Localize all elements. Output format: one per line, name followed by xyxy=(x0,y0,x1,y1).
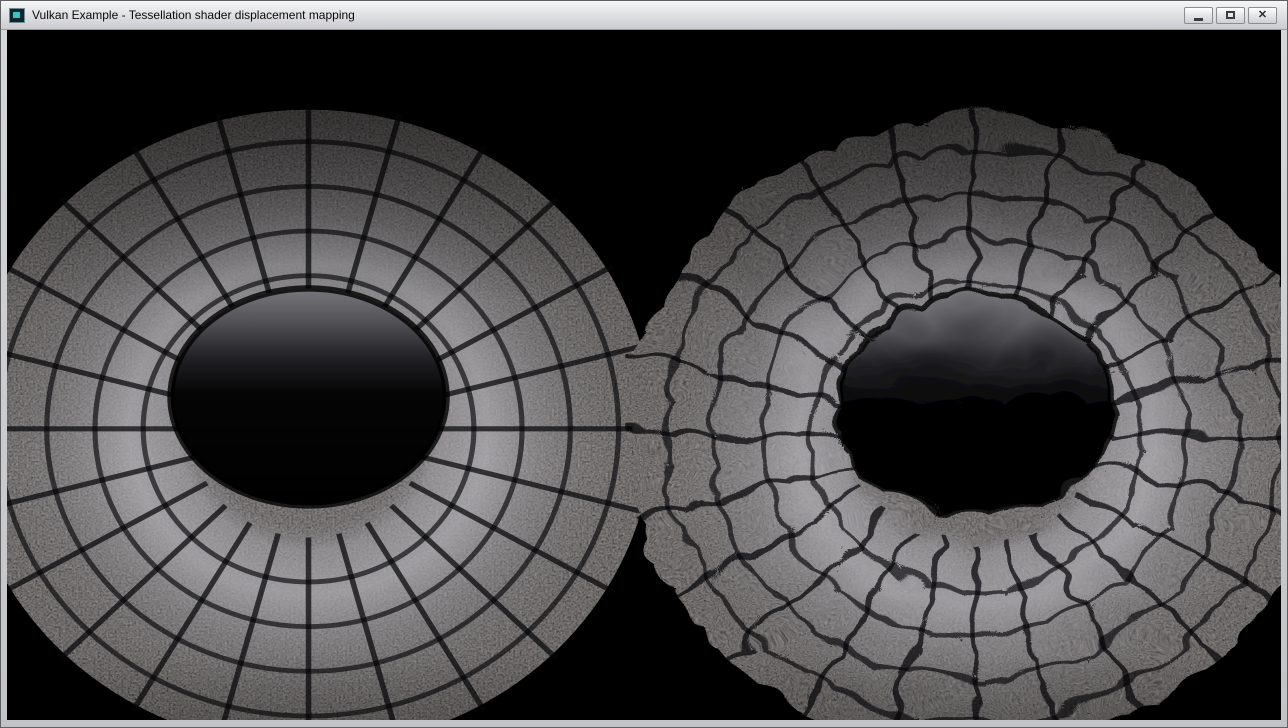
maximize-icon xyxy=(1226,11,1235,19)
app-window: Vulkan Example - Tessellation shader dis… xyxy=(0,0,1288,728)
close-button[interactable]: ✕ xyxy=(1248,7,1277,24)
render-viewport[interactable] xyxy=(7,30,1281,720)
vulkan-render-surface[interactable] xyxy=(7,30,1281,720)
close-icon: ✕ xyxy=(1258,10,1267,21)
titlebar[interactable]: Vulkan Example - Tessellation shader dis… xyxy=(1,1,1287,30)
vulkan-app-icon xyxy=(9,8,25,23)
maximize-button[interactable] xyxy=(1216,7,1245,24)
minimize-icon xyxy=(1194,18,1203,21)
minimize-button[interactable] xyxy=(1184,7,1213,24)
window-title: Vulkan Example - Tessellation shader dis… xyxy=(32,1,1177,30)
window-controls: ✕ xyxy=(1184,7,1279,24)
